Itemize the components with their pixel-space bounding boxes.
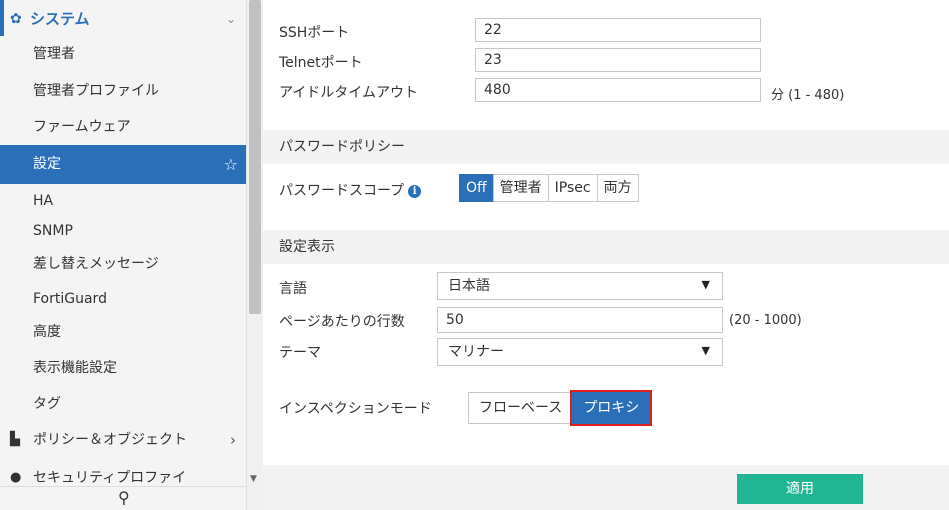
inspection-option-flow[interactable]: フローベース (468, 392, 574, 424)
sidebar-item-label: ファームウェア (33, 119, 131, 135)
sidebar-item-admins[interactable]: 管理者 (0, 37, 246, 71)
gear-icon: ✿ (10, 11, 22, 27)
language-label: 言語 (279, 281, 307, 297)
idle-timeout-label: アイドルタイムアウト (279, 85, 419, 101)
scope-option-off[interactable]: Off (459, 174, 494, 202)
info-icon[interactable]: i (408, 185, 422, 198)
sidebar-item-replacement-messages[interactable]: 差し替えメッセージ (0, 247, 246, 281)
scope-option-both[interactable]: 両方 (596, 174, 639, 202)
sidebar-search-bar: ⚲ (0, 486, 246, 510)
sidebar-item-label: タグ (33, 396, 61, 412)
chevron-down-icon[interactable]: ⌄ (226, 2, 236, 36)
apply-button[interactable]: 適用 (737, 474, 863, 504)
sidebar-item-settings[interactable]: 設定 ☆ (0, 145, 246, 184)
sidebar-item-tags[interactable]: タグ (0, 387, 246, 421)
sidebar-item-fortiguard[interactable]: FortiGuard (0, 282, 246, 316)
sidebar-item-label: 高度 (33, 324, 61, 340)
sidebar-section-label: ポリシー＆オブジェクト (33, 432, 187, 448)
sidebar-item-label: 管理者 (33, 46, 75, 62)
sidebar-section-policy-objects[interactable]: ▙ ポリシー＆オブジェクト › (0, 423, 246, 457)
idle-timeout-range: 分 (1 - 480) (771, 88, 845, 103)
telnet-port-input[interactable] (475, 48, 761, 72)
password-scope-toggle: Off 管理者 IPsec 両方 (459, 174, 639, 202)
scope-option-admin[interactable]: 管理者 (492, 174, 549, 202)
rows-per-page-label: ページあたりの行数 (279, 314, 405, 330)
section-title: 設定表示 (279, 239, 335, 255)
rows-per-page-range: (20 - 1000) (729, 313, 802, 328)
sidebar: ✿ システム ⌄ 管理者 管理者プロファイル ファームウェア 設定 ☆ HA S… (0, 0, 246, 510)
footer-bar: 適用 (263, 465, 949, 510)
sidebar-item-label: HA (33, 193, 54, 209)
policy-icon: ▙ (10, 432, 20, 447)
chevron-right-icon: › (230, 431, 236, 449)
sidebar-item-advanced[interactable]: 高度 (0, 315, 246, 349)
main-panel: SSHポート Telnetポート アイドルタイムアウト 分 (1 - 480) … (263, 0, 949, 510)
caret-down-icon: ▼ (701, 344, 710, 357)
sidebar-item-label: SNMP (33, 223, 73, 239)
sidebar-item-label: 設定 (33, 156, 61, 172)
theme-label: テーマ (279, 345, 321, 361)
inspection-mode-toggle: フローベース プロキシ (468, 390, 653, 426)
caret-down-icon: ▼ (701, 278, 710, 291)
sidebar-item-feature-visibility[interactable]: 表示機能設定 (0, 351, 246, 385)
telnet-port-label: Telnetポート (279, 55, 363, 71)
inspection-mode-label: インスペクションモード (279, 401, 432, 417)
sidebar-item-label: 管理者プロファイル (33, 83, 159, 99)
inspection-option-proxy[interactable]: プロキシ (570, 390, 653, 426)
scroll-down-arrow-icon[interactable]: ▼ (250, 474, 257, 484)
password-scope-text: パスワードスコープ (279, 183, 405, 199)
sidebar-item-label: 差し替えメッセージ (33, 256, 159, 272)
ssh-port-label: SSHポート (279, 25, 350, 41)
password-scope-label: パスワードスコープ i (279, 180, 422, 200)
section-password-policy: パスワードポリシー (263, 130, 949, 164)
sidebar-item-admin-profiles[interactable]: 管理者プロファイル (0, 74, 246, 108)
star-icon[interactable]: ☆ (224, 145, 238, 184)
language-select[interactable]: 日本語 ▼ (437, 272, 723, 300)
sidebar-item-snmp[interactable]: SNMP (0, 214, 246, 248)
sidebar-section-system[interactable]: ✿ システム ⌄ (0, 2, 246, 36)
sidebar-item-label: 表示機能設定 (33, 360, 117, 376)
language-value: 日本語 (448, 278, 490, 294)
sidebar-section-label: システム (30, 10, 90, 28)
sidebar-item-ha[interactable]: HA (0, 184, 246, 218)
rows-per-page-input[interactable] (437, 307, 723, 333)
theme-value: マリナー (448, 344, 504, 360)
scrollbar-thumb[interactable] (249, 0, 261, 314)
sidebar-item-label: FortiGuard (33, 291, 107, 307)
theme-select[interactable]: マリナー ▼ (437, 338, 723, 366)
search-icon[interactable]: ⚲ (118, 488, 130, 507)
idle-timeout-input[interactable] (475, 78, 761, 102)
sidebar-scrollbar[interactable]: ▼ (246, 0, 263, 510)
ssh-port-input[interactable] (475, 18, 761, 42)
scope-option-ipsec[interactable]: IPsec (547, 174, 598, 202)
section-title: パスワードポリシー (279, 139, 405, 155)
section-view-settings: 設定表示 (263, 230, 949, 264)
sidebar-item-firmware[interactable]: ファームウェア (0, 110, 246, 144)
